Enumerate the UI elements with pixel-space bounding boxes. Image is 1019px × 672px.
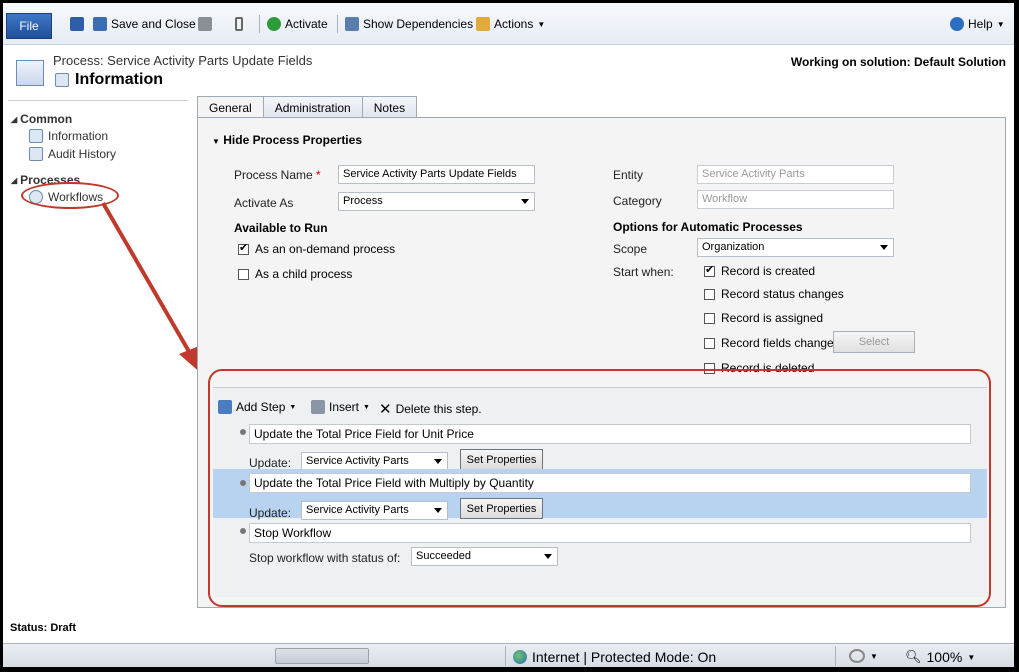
progress-bar — [275, 648, 369, 664]
tab-administration[interactable]: Administration — [262, 96, 363, 118]
scope-label: Scope — [613, 242, 648, 256]
section-toggle[interactable]: ▼ Hide Process Properties — [212, 133, 362, 147]
process-name-label-text: Process Name — [234, 168, 313, 182]
annotation-highlight — [208, 369, 991, 607]
protected-mode-button[interactable]: ▼ — [849, 649, 878, 663]
select-fields-button[interactable]: Select — [833, 331, 915, 353]
checkbox-unchecked — [704, 312, 715, 324]
record-assigned-checkbox[interactable]: Record is assigned — [704, 311, 823, 325]
chevron-down-icon: ▼ — [967, 652, 976, 662]
security-zone[interactable]: Internet | Protected Mode: On — [513, 649, 716, 665]
checkbox-unchecked — [704, 288, 715, 300]
scope-select[interactable]: Organization — [697, 238, 894, 257]
collapse-icon: ▼ — [212, 137, 220, 146]
zoom-button[interactable]: 🔍︎ 100% ▼ — [905, 649, 975, 665]
globe-icon — [513, 650, 527, 664]
entity-field: Service Activity Parts — [697, 165, 894, 184]
record-status-checkbox[interactable]: Record status changes — [704, 287, 844, 301]
process-name-label: Process Name * — [234, 168, 321, 182]
process-name-input[interactable]: Service Activity Parts Update Fields — [338, 165, 535, 184]
checkbox-unchecked — [704, 337, 715, 349]
record-fields-label: Record fields change — [721, 336, 834, 350]
activate-as-select[interactable]: Process — [338, 192, 535, 211]
on-demand-checkbox[interactable]: As an on-demand process — [238, 241, 396, 256]
options-label: Options for Automatic Processes — [613, 220, 803, 234]
form-tabs: General Administration Notes — [197, 96, 418, 118]
chevron-down-icon: ▼ — [870, 651, 878, 661]
browser-status-bar: Internet | Protected Mode: On ▼ 🔍︎ 100% … — [3, 643, 1014, 667]
required-marker: * — [316, 168, 321, 182]
checkbox-checked — [238, 241, 249, 255]
available-to-run-label: Available to Run — [234, 221, 328, 235]
record-created-label: Record is created — [721, 264, 816, 278]
activate-as-label: Activate As — [234, 196, 294, 210]
record-status: Status: Draft — [10, 622, 77, 634]
status-divider — [835, 646, 836, 666]
record-status-label: Record status changes — [721, 287, 844, 301]
status-divider — [505, 646, 506, 666]
security-zone-text: Internet | Protected Mode: On — [532, 649, 717, 665]
crm-window: File Save and Close Activate Show Depend… — [3, 3, 1014, 667]
zoom-icon: 🔍︎ — [905, 649, 922, 664]
checkbox-unchecked — [238, 268, 249, 280]
start-when-label: Start when: — [613, 265, 674, 279]
record-fields-checkbox[interactable]: Record fields change — [704, 336, 834, 350]
on-demand-label: As an on-demand process — [255, 242, 396, 256]
category-field: Workflow — [697, 190, 894, 209]
record-assigned-label: Record is assigned — [721, 311, 824, 325]
tab-general[interactable]: General — [197, 96, 264, 118]
child-process-checkbox[interactable]: As a child process — [238, 267, 352, 281]
tab-notes[interactable]: Notes — [361, 96, 418, 118]
child-process-label: As a child process — [255, 267, 353, 281]
section-toggle-label: Hide Process Properties — [223, 133, 362, 147]
record-created-checkbox[interactable]: Record is created — [704, 263, 816, 278]
checkbox-checked — [704, 263, 715, 277]
safety-icon — [849, 649, 865, 663]
zoom-level: 100% — [926, 649, 963, 665]
category-label: Category — [613, 194, 662, 208]
entity-label: Entity — [613, 168, 644, 182]
